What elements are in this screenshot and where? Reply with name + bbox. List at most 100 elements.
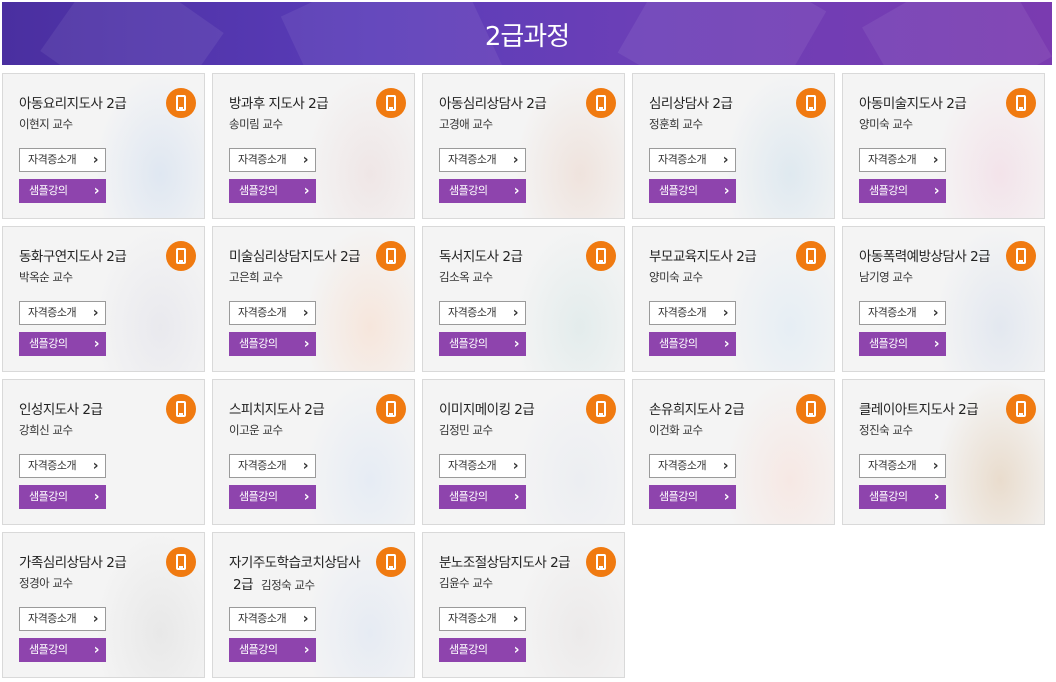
mobile-phone-icon[interactable] <box>376 88 406 118</box>
certificate-intro-button[interactable]: 자격증소개 › <box>859 301 946 325</box>
mobile-phone-icon[interactable] <box>796 241 826 271</box>
course-card[interactable]: 부모교육지도사 2급 양미숙 교수 자격증소개 › 샘플강의 › <box>632 226 835 372</box>
certificate-intro-button[interactable]: 자격증소개 › <box>649 301 736 325</box>
sample-lecture-button[interactable]: 샘플강의 › <box>439 638 526 662</box>
sample-lecture-label: 샘플강의 <box>239 643 278 656</box>
mobile-phone-icon[interactable] <box>1006 394 1036 424</box>
course-card[interactable]: 방과후 지도사 2급 송미림 교수 자격증소개 › 샘플강의 › <box>212 73 415 219</box>
phone-button-shape <box>599 107 603 109</box>
certificate-intro-button[interactable]: 자격증소개 › <box>649 454 736 478</box>
sample-lecture-label: 샘플강의 <box>29 643 68 656</box>
sample-lecture-button[interactable]: 샘플강의 › <box>649 485 736 509</box>
course-card[interactable]: 손유희지도사 2급 이건화 교수 자격증소개 › 샘플강의 › <box>632 379 835 525</box>
chevron-right-icon: › <box>513 642 520 658</box>
course-card[interactable]: 가족심리상담사 2급 정경아 교수 자격증소개 › 샘플강의 › <box>2 532 205 678</box>
course-card[interactable]: 아동폭력예방상담사 2급 남기영 교수 자격증소개 › 샘플강의 › <box>842 226 1045 372</box>
mobile-phone-icon[interactable] <box>376 241 406 271</box>
professor-name: 양미숙 교수 <box>859 117 913 131</box>
certificate-intro-button[interactable]: 자격증소개 › <box>229 607 316 631</box>
professor-name: 고경애 교수 <box>439 117 493 131</box>
mobile-phone-icon[interactable] <box>166 547 196 577</box>
sample-lecture-button[interactable]: 샘플강의 › <box>19 332 106 356</box>
course-card[interactable]: 독서지도사 2급 김소옥 교수 자격증소개 › 샘플강의 › <box>422 226 625 372</box>
course-card[interactable]: 심리상담사 2급 정훈희 교수 자격증소개 › 샘플강의 › <box>632 73 835 219</box>
certificate-intro-button[interactable]: 자격증소개 › <box>19 454 106 478</box>
certificate-intro-button[interactable]: 자격증소개 › <box>859 454 946 478</box>
sample-lecture-button[interactable]: 샘플강의 › <box>649 332 736 356</box>
certificate-intro-button[interactable]: 자격증소개 › <box>439 607 526 631</box>
chevron-right-icon: › <box>722 458 729 474</box>
phone-button-shape <box>599 260 603 262</box>
mobile-phone-icon[interactable] <box>376 547 406 577</box>
course-card[interactable]: 미술심리상담지도사 2급 고은희 교수 자격증소개 › 샘플강의 › <box>212 226 415 372</box>
course-card[interactable]: 아동미술지도사 2급 양미숙 교수 자격증소개 › 샘플강의 › <box>842 73 1045 219</box>
mobile-phone-icon[interactable] <box>586 547 616 577</box>
course-title: 클레이아트지도사 2급 <box>859 402 979 418</box>
course-card[interactable]: 자기주도학습코치상담사 2급 김정숙 교수 자격증소개 › 샘플강의 › <box>212 532 415 678</box>
course-card[interactable]: 분노조절상담지도사 2급 김윤수 교수 자격증소개 › 샘플강의 › <box>422 532 625 678</box>
certificate-intro-button[interactable]: 자격증소개 › <box>649 148 736 172</box>
mobile-phone-icon[interactable] <box>376 394 406 424</box>
course-card[interactable]: 동화구연지도사 2급 박옥순 교수 자격증소개 › 샘플강의 › <box>2 226 205 372</box>
certificate-intro-button[interactable]: 자격증소개 › <box>19 148 106 172</box>
mobile-phone-icon[interactable] <box>1006 241 1036 271</box>
phone-button-shape <box>809 107 813 109</box>
chevron-right-icon: › <box>92 305 99 321</box>
sample-lecture-label: 샘플강의 <box>29 337 68 350</box>
sample-lecture-button[interactable]: 샘플강의 › <box>19 485 106 509</box>
sample-lecture-button[interactable]: 샘플강의 › <box>19 638 106 662</box>
sample-lecture-button[interactable]: 샘플강의 › <box>439 485 526 509</box>
sample-lecture-button[interactable]: 샘플강의 › <box>859 332 946 356</box>
certificate-intro-button[interactable]: 자격증소개 › <box>19 607 106 631</box>
sample-lecture-button[interactable]: 샘플강의 › <box>19 179 106 203</box>
mobile-phone-icon[interactable] <box>796 394 826 424</box>
mobile-phone-icon[interactable] <box>166 241 196 271</box>
certificate-intro-button[interactable]: 자격증소개 › <box>439 148 526 172</box>
mobile-phone-icon[interactable] <box>586 394 616 424</box>
course-card[interactable]: 아동요리지도사 2급 이현지 교수 자격증소개 › 샘플강의 › <box>2 73 205 219</box>
mobile-phone-icon[interactable] <box>586 88 616 118</box>
certificate-intro-button[interactable]: 자격증소개 › <box>19 301 106 325</box>
sample-lecture-label: 샘플강의 <box>239 490 278 503</box>
sample-lecture-button[interactable]: 샘플강의 › <box>439 179 526 203</box>
chevron-right-icon: › <box>303 642 310 658</box>
sample-lecture-button[interactable]: 샘플강의 › <box>229 179 316 203</box>
chevron-right-icon: › <box>92 152 99 168</box>
sample-lecture-button[interactable]: 샘플강의 › <box>229 485 316 509</box>
mobile-phone-icon[interactable] <box>1006 88 1036 118</box>
sample-lecture-label: 샘플강의 <box>449 337 488 350</box>
course-grid: 아동요리지도사 2급 이현지 교수 자격증소개 › 샘플강의 › 방과후 지도사 2급 송미림… <box>2 73 1052 680</box>
certificate-intro-button[interactable]: 자격증소개 › <box>859 148 946 172</box>
sample-lecture-button[interactable]: 샘플강의 › <box>229 332 316 356</box>
certificate-intro-button[interactable]: 자격증소개 › <box>229 148 316 172</box>
phone-button-shape <box>389 107 393 109</box>
mobile-phone-icon[interactable] <box>166 88 196 118</box>
chevron-right-icon: › <box>932 458 939 474</box>
certificate-intro-label: 자격증소개 <box>448 612 497 625</box>
course-card[interactable]: 아동심리상담사 2급 고경애 교수 자격증소개 › 샘플강의 › <box>422 73 625 219</box>
professor-name: 김정민 교수 <box>439 423 493 437</box>
sample-lecture-label: 샘플강의 <box>29 490 68 503</box>
course-card[interactable]: 클레이아트지도사 2급 정진숙 교수 자격증소개 › 샘플강의 › <box>842 379 1045 525</box>
chevron-right-icon: › <box>512 611 519 627</box>
phone-button-shape <box>179 413 183 415</box>
mobile-phone-icon[interactable] <box>166 394 196 424</box>
sample-lecture-button[interactable]: 샘플강의 › <box>859 179 946 203</box>
course-card[interactable]: 스피치지도사 2급 이고운 교수 자격증소개 › 샘플강의 › <box>212 379 415 525</box>
chevron-right-icon: › <box>303 489 310 505</box>
phone-button-shape <box>179 566 183 568</box>
certificate-intro-button[interactable]: 자격증소개 › <box>439 301 526 325</box>
sample-lecture-button[interactable]: 샘플강의 › <box>649 179 736 203</box>
sample-lecture-button[interactable]: 샘플강의 › <box>859 485 946 509</box>
certificate-intro-button[interactable]: 자격증소개 › <box>229 301 316 325</box>
certificate-intro-button[interactable]: 자격증소개 › <box>229 454 316 478</box>
sample-lecture-button[interactable]: 샘플강의 › <box>439 332 526 356</box>
course-card[interactable]: 이미지메이킹 2급 김정민 교수 자격증소개 › 샘플강의 › <box>422 379 625 525</box>
mobile-phone-icon[interactable] <box>796 88 826 118</box>
course-card[interactable]: 인성지도사 2급 강희신 교수 자격증소개 › 샘플강의 › <box>2 379 205 525</box>
certificate-intro-button[interactable]: 자격증소개 › <box>439 454 526 478</box>
chevron-right-icon: › <box>932 305 939 321</box>
mobile-phone-icon[interactable] <box>586 241 616 271</box>
sample-lecture-button[interactable]: 샘플강의 › <box>229 638 316 662</box>
sample-lecture-label: 샘플강의 <box>449 490 488 503</box>
